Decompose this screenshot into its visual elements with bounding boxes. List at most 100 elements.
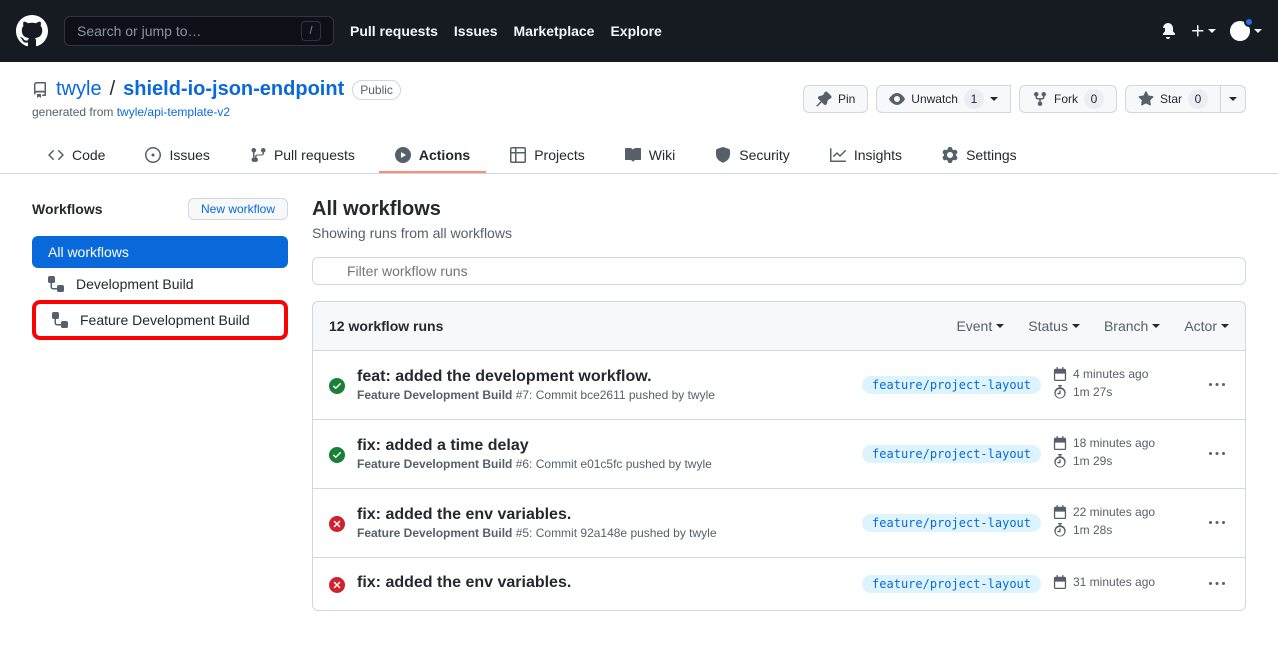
generated-from: generated from twyle/api-template-v2 [32,105,401,119]
nav-pull-requests[interactable]: Pull requests [350,23,438,39]
run-menu-button[interactable] [1205,377,1229,393]
calendar-icon [1053,505,1067,519]
tab-insights[interactable]: Insights [814,139,918,173]
star-menu-button[interactable] [1221,85,1246,113]
tab-icon [625,147,641,163]
run-title: fix: added a time delay [357,437,850,455]
avatar [1230,21,1250,41]
run-menu-button[interactable] [1205,446,1229,462]
chevron-down-icon [990,97,998,101]
workflows-sidebar: Workflows New workflow All workflowsDeve… [32,198,288,611]
repo-owner-link[interactable]: twyle [56,78,102,101]
nav-marketplace[interactable]: Marketplace [514,23,595,39]
tab-wiki[interactable]: Wiki [609,139,691,173]
new-workflow-button[interactable]: New workflow [188,198,288,220]
fork-button[interactable]: Fork 0 [1019,85,1117,113]
create-menu[interactable] [1190,23,1216,39]
tab-security[interactable]: Security [699,139,806,173]
tab-pull-requests[interactable]: Pull requests [234,139,371,173]
star-button[interactable]: Star 0 [1125,85,1221,113]
run-meta: 22 minutes ago1m 28s [1053,505,1193,541]
kebab-icon [1209,576,1225,592]
sidebar-item-label: Feature Development Build [80,312,250,328]
global-header: Search or jump to… / Pull requests Issue… [0,0,1278,62]
sidebar-title: Workflows [32,201,103,217]
repo-header: twyle / shield-io-json-endpoint Public g… [0,62,1278,174]
tab-icon [510,147,526,163]
sidebar-item-all-workflows[interactable]: All workflows [32,236,288,268]
repo-name-link[interactable]: shield-io-json-endpoint [123,78,344,101]
page-title: All workflows [312,198,1246,221]
workflow-run[interactable]: fix: added the env variables. feature/pro… [313,558,1245,610]
watch-count: 1 [964,89,984,109]
search-input[interactable]: Search or jump to… / [64,16,334,46]
tab-icon [715,147,731,163]
branch-label[interactable]: feature/project-layout [862,445,1041,463]
failure-icon [329,516,345,532]
tab-issues[interactable]: Issues [129,139,225,173]
run-title: fix: added the env variables. [357,574,850,592]
filter-event[interactable]: Event [956,318,1004,334]
repo-title-block: twyle / shield-io-json-endpoint Public g… [32,78,401,119]
unwatch-button[interactable]: Unwatch 1 [876,85,1011,113]
tab-actions[interactable]: Actions [379,139,486,173]
run-meta: 18 minutes ago1m 29s [1053,436,1193,472]
pin-icon [816,91,832,107]
chevron-down-icon [1254,29,1262,33]
tab-icon [942,147,958,163]
success-icon [329,447,345,463]
workflow-icon [52,312,68,328]
user-menu[interactable] [1230,21,1262,41]
page-subtitle: Showing runs from all workflows [312,225,1246,241]
tab-projects[interactable]: Projects [494,139,601,173]
chevron-down-icon [1072,324,1080,328]
run-menu-button[interactable] [1205,576,1229,592]
header-right [1160,21,1262,41]
bell-icon[interactable] [1160,23,1176,39]
nav-explore[interactable]: Explore [610,23,661,39]
branch-label[interactable]: feature/project-layout [862,376,1041,394]
global-nav-links: Pull requests Issues Marketplace Explore [350,23,662,39]
run-title: feat: added the development workflow. [357,368,850,386]
run-meta: 31 minutes ago [1053,575,1193,593]
search-placeholder: Search or jump to… [77,23,202,39]
run-title: fix: added the env variables. [357,506,850,524]
stopwatch-icon [1053,523,1067,537]
tab-settings[interactable]: Settings [926,139,1033,173]
runs-count: 12 workflow runs [329,318,443,334]
workflow-run[interactable]: fix: added the env variables.Feature Dev… [313,489,1245,558]
branch-label[interactable]: feature/project-layout [862,575,1041,593]
chevron-down-icon [1229,97,1237,101]
workflows-content: All workflows Showing runs from all work… [312,198,1246,611]
tab-code[interactable]: Code [32,139,121,173]
calendar-icon [1053,367,1067,381]
repo-actions: Pin Unwatch 1 Fork 0 Star 0 [803,85,1246,113]
filter-status[interactable]: Status [1028,318,1080,334]
workflow-run[interactable]: fix: added a time delay Feature Developme… [313,420,1245,489]
slash-key-icon: / [301,21,321,41]
visibility-badge: Public [352,80,401,100]
fork-icon [1032,91,1048,107]
filter-runs-input[interactable] [312,257,1246,285]
run-meta: 4 minutes ago1m 27s [1053,367,1193,403]
sidebar-item-feature-development-build[interactable]: Feature Development Build [32,300,288,340]
run-menu-button[interactable] [1205,515,1229,531]
filter-branch[interactable]: Branch [1104,318,1160,334]
chevron-down-icon [1152,324,1160,328]
pin-button[interactable]: Pin [803,85,868,113]
run-description: Feature Development Build #7: Commit bce… [357,388,850,402]
template-repo-link[interactable]: twyle/api-template-v2 [117,105,230,119]
chevron-down-icon [996,324,1004,328]
calendar-icon [1053,575,1067,589]
workflow-icon [48,276,64,292]
stopwatch-icon [1053,385,1067,399]
workflow-run[interactable]: feat: added the development workflow. Fea… [313,351,1245,420]
run-description: Feature Development Build #6: Commit e01… [357,457,850,471]
nav-issues[interactable]: Issues [454,23,498,39]
github-logo-icon[interactable] [16,15,48,47]
filter-actor[interactable]: Actor [1184,318,1229,334]
star-count: 0 [1188,89,1208,109]
sidebar-item-development-build[interactable]: Development Build [32,268,288,300]
chevron-down-icon [1221,324,1229,328]
branch-label[interactable]: feature/project-layout [862,514,1041,532]
